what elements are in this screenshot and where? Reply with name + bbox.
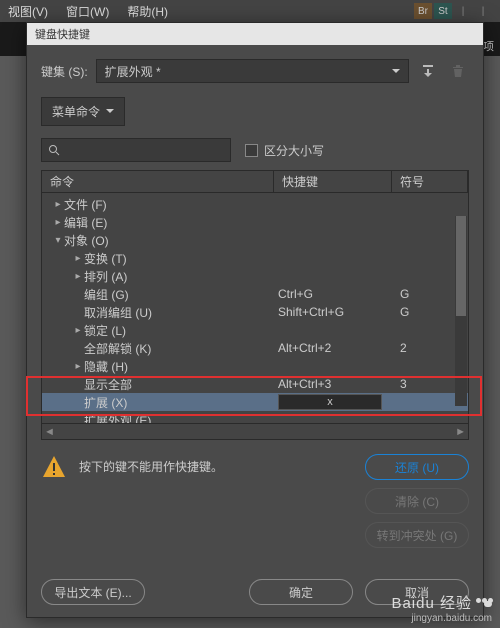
chevron-right-icon[interactable]: ▸ <box>52 217 64 228</box>
main-menubar: 视图(V) 窗口(W) 帮助(H) Br St | | <box>0 0 500 22</box>
tree-label: 对象 (O) <box>64 232 109 249</box>
col-symbol[interactable]: 符号 <box>392 171 468 192</box>
warning-icon <box>41 454 67 480</box>
export-text-button[interactable]: 导出文本 (E)... <box>41 579 145 605</box>
tree-row[interactable]: ▸变换 (T) <box>42 249 468 267</box>
tree-row[interactable]: ▸文件 (F) <box>42 195 468 213</box>
tree-label: 扩展 (X) <box>84 394 127 411</box>
scrollbar-thumb[interactable] <box>456 216 466 316</box>
paw-icon <box>476 598 492 607</box>
shortcut-cell: Alt+Ctrl+2 <box>274 341 392 355</box>
chevron-right-icon[interactable]: ▸ <box>72 253 84 264</box>
tree-label: 文件 (F) <box>64 196 107 213</box>
tree-label: 编组 (G) <box>84 286 129 303</box>
tree-label: 隐藏 (H) <box>84 358 128 375</box>
chevron-right-icon[interactable]: ▸ <box>52 199 64 210</box>
chevron-right-icon[interactable]: ▸ <box>72 271 84 282</box>
tree-row[interactable]: 扩展外观 (E) <box>42 411 468 423</box>
tree-label: 编辑 (E) <box>64 214 107 231</box>
tree-row[interactable]: ▾对象 (O) <box>42 231 468 249</box>
tree-label: 锁定 (L) <box>84 322 126 339</box>
ok-button[interactable]: 确定 <box>249 579 353 605</box>
keyset-select[interactable]: 扩展外观 * <box>96 59 409 83</box>
dialog-title: 键盘快捷键 <box>27 23 483 45</box>
arrange-icon[interactable]: | <box>454 3 472 19</box>
keyboard-shortcuts-dialog: 键盘快捷键 键集 (S): 扩展外观 * 菜单命令 区分大小写 <box>26 22 484 618</box>
category-select[interactable]: 菜单命令 <box>41 97 125 126</box>
scroll-left-icon[interactable]: ◄ <box>44 426 55 438</box>
search-input-wrap <box>41 138 231 162</box>
chevron-right-icon[interactable]: ▸ <box>72 325 84 336</box>
tree-label: 全部解锁 (K) <box>84 340 151 357</box>
match-case-checkbox[interactable]: 区分大小写 <box>245 142 324 159</box>
menu-help[interactable]: 帮助(H) <box>127 3 168 20</box>
clear-button: 清除 (C) <box>365 488 469 514</box>
shortcut-cell: Alt+Ctrl+3 <box>274 377 392 391</box>
bridge-icon[interactable]: Br <box>414 3 432 19</box>
match-case-label: 区分大小写 <box>264 142 324 159</box>
tree-row[interactable]: 显示全部Alt+Ctrl+33 <box>42 375 468 393</box>
tree-label: 变换 (T) <box>84 250 127 267</box>
tree-row[interactable]: 全部解锁 (K)Alt+Ctrl+22 <box>42 339 468 357</box>
col-shortcut[interactable]: 快捷键 <box>274 171 392 192</box>
search-icon <box>48 144 60 156</box>
tree-row[interactable]: 编组 (G)Ctrl+GG <box>42 285 468 303</box>
watermark-brand: Baidu 经验 <box>391 592 472 613</box>
col-command[interactable]: 命令 <box>42 171 274 192</box>
chevron-down-icon[interactable]: ▾ <box>52 235 64 246</box>
shortcut-input[interactable] <box>278 394 382 410</box>
keyset-label: 键集 (S): <box>41 63 88 80</box>
menu-view[interactable]: 视图(V) <box>8 3 48 20</box>
chevron-right-icon[interactable]: ▸ <box>72 361 84 372</box>
watermark: Baidu 经验 jingyan.baidu.com <box>391 592 492 624</box>
shortcut-cell: Shift+Ctrl+G <box>274 305 392 319</box>
shortcut-cell <box>274 394 392 410</box>
menu-window[interactable]: 窗口(W) <box>66 3 109 20</box>
stock-icon[interactable]: St <box>434 3 452 19</box>
grid-footer: ◄ ► <box>42 423 468 439</box>
tree-row[interactable]: 扩展 (X) <box>42 393 468 411</box>
tree-row[interactable]: 取消编组 (U)Shift+Ctrl+GG <box>42 303 468 321</box>
search-menu-icon[interactable]: | <box>474 3 492 19</box>
delete-set-icon <box>447 60 469 82</box>
tree-label: 排列 (A) <box>84 268 127 285</box>
scroll-right-icon[interactable]: ► <box>455 426 466 438</box>
tree-row[interactable]: ▸锁定 (L) <box>42 321 468 339</box>
tree-row[interactable]: ▸隐藏 (H) <box>42 357 468 375</box>
tree-row[interactable]: ▸编辑 (E) <box>42 213 468 231</box>
scrollbar-track[interactable] <box>455 216 467 406</box>
tree-label: 取消编组 (U) <box>84 304 152 321</box>
tree-label: 扩展外观 (E) <box>84 412 151 424</box>
keyset-value: 扩展外观 * <box>105 63 161 80</box>
save-set-icon[interactable] <box>417 60 439 82</box>
search-input[interactable] <box>66 143 224 157</box>
undo-button[interactable]: 还原 (U) <box>365 454 469 480</box>
warning-text: 按下的键不能用作快捷键。 <box>79 454 353 475</box>
shortcut-cell: Ctrl+G <box>274 287 392 301</box>
tree-label: 显示全部 <box>84 376 132 393</box>
tree-row[interactable]: ▸排列 (A) <box>42 267 468 285</box>
watermark-url: jingyan.baidu.com <box>411 613 492 624</box>
goto-conflict-button: 转到冲突处 (G) <box>365 522 469 548</box>
checkbox-icon <box>245 144 258 157</box>
shortcuts-grid: 命令 快捷键 符号 ▸文件 (F)▸编辑 (E)▾对象 (O)▸变换 (T)▸排… <box>41 170 469 440</box>
